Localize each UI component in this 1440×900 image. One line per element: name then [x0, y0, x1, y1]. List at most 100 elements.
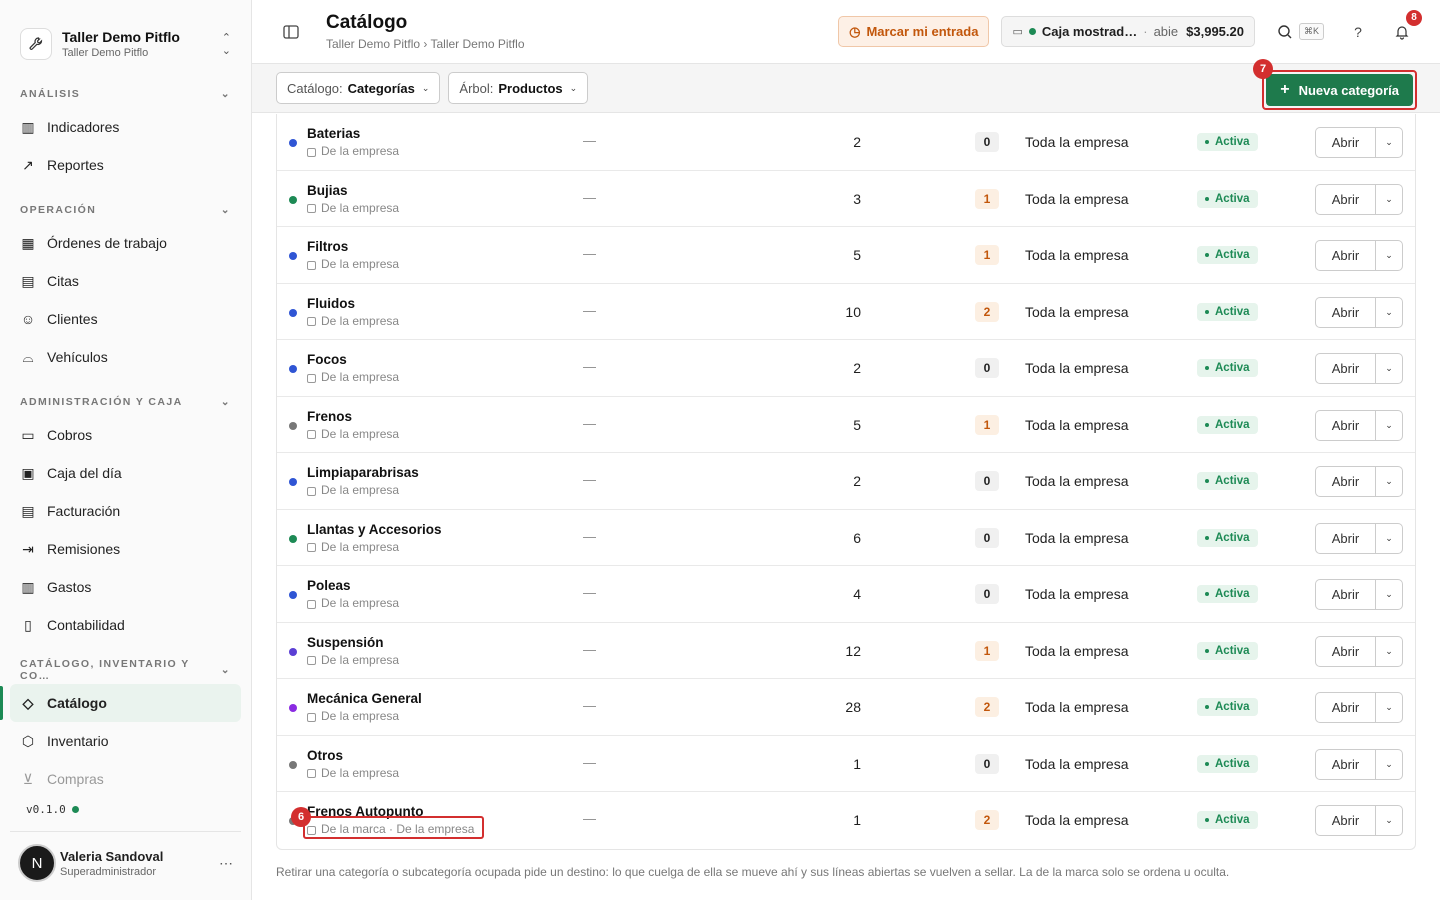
step-marker: 6	[291, 807, 311, 827]
product-count: 1	[853, 812, 861, 828]
breadcrumb: Taller Demo Pitflo › Taller Demo Pitflo	[326, 37, 525, 51]
open-button[interactable]: Abrir	[1315, 409, 1375, 441]
parent-cell: —	[583, 698, 596, 713]
more-dots-icon[interactable]: ⋯	[219, 855, 233, 872]
row-menu-chevron-icon[interactable]: ⌄	[1375, 127, 1403, 158]
row-menu-chevron-icon[interactable]: ⌄	[1375, 748, 1403, 780]
row-menu-chevron-icon[interactable]: ⌄	[1375, 692, 1403, 723]
open-button[interactable]: Abrir	[1315, 353, 1375, 384]
category-scope: De la empresa	[307, 144, 399, 158]
subcategory-count: 0	[975, 753, 999, 774]
table-row[interactable]: Focos De la empresa — 2 0 Toda la empres…	[277, 340, 1415, 397]
sidebar-item-gastos[interactable]: ▥ Gastos	[0, 568, 251, 606]
open-button[interactable]: Abrir	[1315, 296, 1375, 328]
row-menu-chevron-icon[interactable]: ⌄	[1375, 183, 1403, 215]
reach-cell: Toda la empresa	[1025, 303, 1129, 320]
row-menu-chevron-icon[interactable]: ⌄	[1375, 409, 1403, 441]
sidebar-item-caja-del-día[interactable]: ▣ Caja del día	[0, 454, 251, 492]
open-button[interactable]: Abrir	[1315, 692, 1375, 723]
open-button[interactable]: Abrir	[1315, 240, 1375, 271]
status-badge: Activa	[1197, 189, 1258, 208]
catalog-select[interactable]: Catálogo: Categorías ⌄	[276, 72, 441, 104]
table-row[interactable]: Limpiaparabrisas De la empresa — 2 0 Tod…	[277, 453, 1415, 510]
user-menu[interactable]: N Valeria Sandoval Superadministrador ⋯	[10, 831, 241, 894]
search-icon[interactable]	[1271, 18, 1299, 46]
product-count: 6	[853, 529, 861, 546]
row-menu-chevron-icon[interactable]: ⌄	[1375, 296, 1403, 328]
section-header[interactable]: OPERACIÓN ⌄	[0, 200, 251, 220]
subcategory-count: 2	[975, 810, 999, 830]
open-button[interactable]: Abrir	[1315, 183, 1375, 215]
sidebar-item-clientes[interactable]: ☺ Clientes	[0, 300, 251, 338]
open-button[interactable]: Abrir	[1315, 805, 1375, 836]
table-row[interactable]: Mecánica General De la empresa — 28 2 To…	[277, 679, 1415, 736]
row-menu-chevron-icon[interactable]: ⌄	[1375, 522, 1403, 554]
checkin-button[interactable]: ◷ Marcar mi entrada	[838, 16, 990, 47]
sidebar-item-facturación[interactable]: ▤ Facturación	[0, 492, 251, 530]
open-button[interactable]: Abrir	[1315, 127, 1375, 158]
sidebar-item-indicadores[interactable]: ▥ Indicadores	[0, 108, 251, 146]
new-category-button[interactable]: + Nueva categoría	[1266, 74, 1413, 106]
open-button[interactable]: Abrir	[1315, 466, 1375, 497]
sidebar-item-órdenes-de-trabajo[interactable]: ▦ Órdenes de trabajo	[0, 224, 251, 262]
open-button[interactable]: Abrir	[1315, 635, 1375, 667]
scope-highlight	[303, 816, 484, 839]
bar-chart-icon: ▥	[21, 118, 35, 135]
open-button[interactable]: Abrir	[1315, 579, 1375, 610]
sidebar-item-reportes[interactable]: ↗ Reportes	[0, 146, 251, 184]
open-button[interactable]: Abrir	[1315, 748, 1375, 780]
section-header[interactable]: CATÁLOGO, INVENTARIO Y CO… ⌄	[0, 658, 251, 682]
row-menu-chevron-icon[interactable]: ⌄	[1375, 635, 1403, 667]
reach-cell: Toda la empresa	[1025, 360, 1129, 376]
product-count: 1	[853, 755, 861, 772]
row-menu-chevron-icon[interactable]: ⌄	[1375, 805, 1403, 836]
sidebar-item-contabilidad[interactable]: ▯ Contabilidad	[0, 606, 251, 644]
parent-cell: —	[583, 246, 596, 261]
category-color-dot	[289, 139, 297, 147]
section-header[interactable]: ANÁLISIS ⌄	[0, 84, 251, 104]
cash-register-selector[interactable]: ▭ Caja mostrad… · abie $3,995.20	[1001, 16, 1255, 47]
table-row[interactable]: Poleas De la empresa — 4 0 Toda la empre…	[277, 566, 1415, 623]
section-header[interactable]: ADMINISTRACIÓN Y CAJA ⌄	[0, 392, 251, 412]
footnote: Retirar una categoría o subcategoría ocu…	[276, 865, 1230, 879]
reach-cell: Toda la empresa	[1025, 755, 1129, 772]
lock-icon	[307, 486, 316, 496]
table-row[interactable]: Otros De la empresa — 1 0 Toda la empres…	[277, 736, 1415, 792]
category-scope: De la empresa	[307, 483, 399, 497]
open-button[interactable]: Abrir	[1315, 522, 1375, 554]
sidebar-item-citas[interactable]: ▤ Citas	[0, 262, 251, 300]
table-row[interactable]: Frenos De la empresa — 5 1 Toda la empre…	[277, 397, 1415, 453]
workspace-switcher[interactable]: Taller Demo Pitflo Taller Demo Pitflo ⌃ ⌄	[0, 0, 251, 70]
table-row[interactable]: Llantas y Accesorios De la empresa — 6 0…	[277, 510, 1415, 566]
sidebar-item-cobros[interactable]: ▭ Cobros	[0, 416, 251, 454]
tree-select[interactable]: Árbol: Productos ⌄	[448, 72, 589, 104]
workspace-name: Taller Demo Pitflo	[62, 29, 180, 45]
category-name: Otros	[307, 747, 344, 763]
table-row[interactable]: Frenos Autopunto De la marca · De la emp…	[277, 792, 1415, 849]
category-table: Baterias De la empresa — 2 0 Toda la emp…	[276, 114, 1416, 850]
table-row[interactable]: Suspensión De la empresa — 12 1 Toda la …	[277, 623, 1415, 679]
help-icon[interactable]: ?	[1344, 18, 1372, 46]
sidebar-item-remisiones[interactable]: ⇥ Remisiones	[0, 530, 251, 568]
subcategory-count: 1	[975, 414, 999, 435]
sidebar-item-compras[interactable]: ⊻ Compras	[0, 760, 251, 798]
sidebar-item-vehículos[interactable]: ⌓ Vehículos	[0, 338, 251, 376]
table-row[interactable]: Bujias De la empresa — 3 1 Toda la empre…	[277, 171, 1415, 227]
table-row[interactable]: Filtros De la empresa — 5 1 Toda la empr…	[277, 227, 1415, 284]
bell-icon[interactable]: 8	[1388, 9, 1422, 46]
reach-cell: Toda la empresa	[1025, 416, 1129, 433]
reach-cell: Toda la empresa	[1025, 586, 1129, 602]
sidebar-item-catálogo[interactable]: ◇ Catálogo	[10, 684, 241, 722]
table-row[interactable]: Baterias De la empresa — 2 0 Toda la emp…	[277, 114, 1415, 171]
chevron-updown-icon: ⌃ ⌄	[221, 32, 231, 57]
category-color-dot	[289, 478, 297, 486]
sidebar-toggle-icon[interactable]	[282, 23, 300, 41]
row-menu-chevron-icon[interactable]: ⌄	[1375, 579, 1403, 610]
row-menu-chevron-icon[interactable]: ⌄	[1375, 240, 1403, 271]
table-row[interactable]: Fluidos De la empresa — 10 2 Toda la emp…	[277, 284, 1415, 340]
main: Catálogo Taller Demo Pitflo › Taller Dem…	[252, 0, 1440, 900]
row-menu-chevron-icon[interactable]: ⌄	[1375, 466, 1403, 497]
sidebar-item-inventario[interactable]: ⬡ Inventario	[0, 722, 251, 760]
row-menu-chevron-icon[interactable]: ⌄	[1375, 353, 1403, 384]
plus-icon: +	[1280, 81, 1290, 98]
